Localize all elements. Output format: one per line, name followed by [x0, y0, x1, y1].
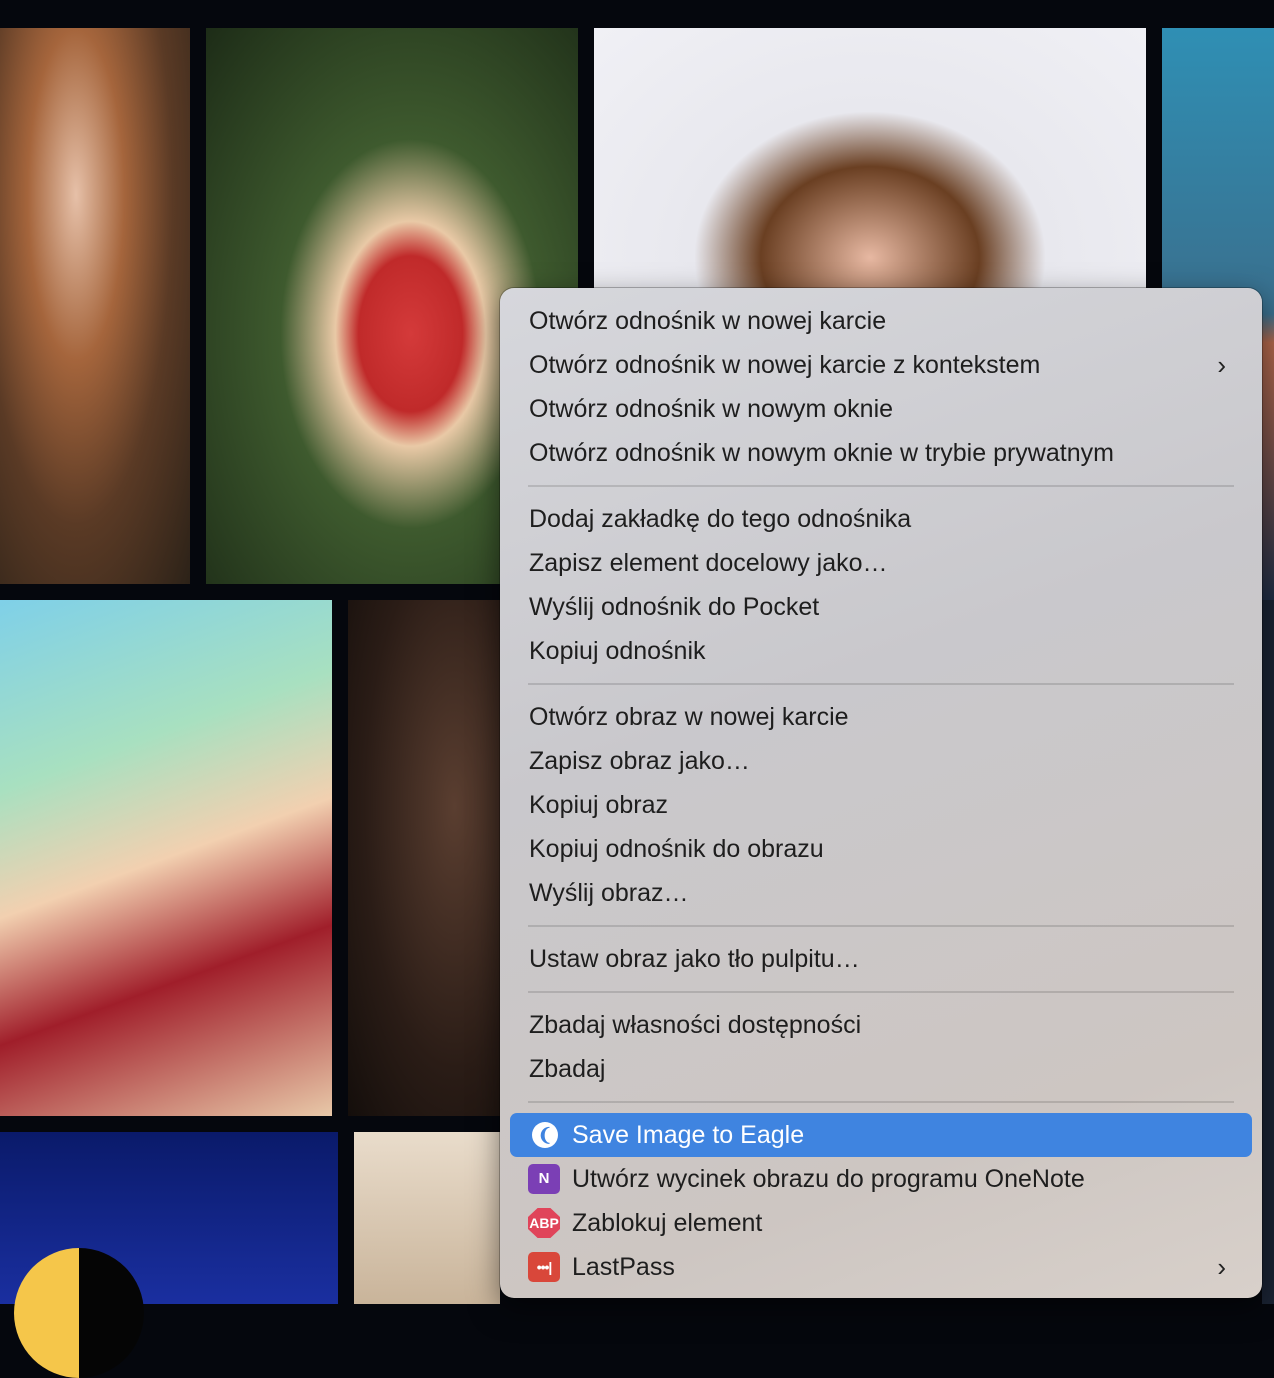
menu-item[interactable]: Zbadaj własności dostępności: [510, 1003, 1252, 1047]
menu-separator: [528, 991, 1234, 993]
menu-item-label: Otwórz odnośnik w nowym oknie: [529, 395, 894, 423]
menu-item-label: Zapisz obraz jako…: [529, 747, 750, 775]
menu-item[interactable]: Dodaj zakładkę do tego odnośnika: [510, 497, 1252, 541]
menu-separator: [528, 925, 1234, 927]
menu-separator: [528, 683, 1234, 685]
menu-item[interactable]: Zapisz obraz jako…: [510, 739, 1252, 783]
menu-item-label: Kopiuj odnośnik do obrazu: [529, 835, 824, 863]
image-tile-dragon-illustration[interactable]: [0, 600, 332, 1116]
image-tile-roses[interactable]: [348, 600, 500, 1116]
menu-item-label: Dodaj zakładkę do tego odnośnika: [529, 505, 912, 533]
menu-item-label: Otwórz odnośnik w nowej karcie z konteks…: [529, 351, 1041, 379]
image-tile-portrait-drawing[interactable]: [594, 28, 1146, 298]
menu-item-label: Zablokuj element: [572, 1209, 763, 1237]
image-tile-edge[interactable]: [1262, 600, 1274, 1304]
menu-item[interactable]: Otwórz obraz w nowej karcie: [510, 695, 1252, 739]
menu-item[interactable]: Wyślij odnośnik do Pocket: [510, 585, 1252, 629]
menu-item-label: Kopiuj odnośnik: [529, 637, 706, 665]
menu-item-label: Kopiuj obraz: [529, 791, 668, 819]
menu-item-eagle[interactable]: ❨ Save Image to Eagle: [510, 1113, 1252, 1157]
menu-item[interactable]: Zbadaj: [510, 1047, 1252, 1091]
menu-item[interactable]: Otwórz odnośnik w nowym oknie w trybie p…: [510, 431, 1252, 475]
menu-item[interactable]: Kopiuj obraz: [510, 783, 1252, 827]
menu-separator: [528, 485, 1234, 487]
menu-separator: [528, 1101, 1234, 1103]
image-tile-beige[interactable]: [354, 1132, 500, 1304]
menu-item[interactable]: Zapisz element docelowy jako…: [510, 541, 1252, 585]
eagle-icon: ❨: [532, 1122, 558, 1148]
menu-item[interactable]: Otwórz odnośnik w nowej karcie z konteks…: [510, 343, 1252, 387]
menu-item[interactable]: Kopiuj odnośnik: [510, 629, 1252, 673]
menu-item-label: Zapisz element docelowy jako…: [529, 549, 888, 577]
menu-item-label: Ustaw obraz jako tło pulpitu…: [529, 945, 860, 973]
menu-item-label: Save Image to Eagle: [572, 1121, 805, 1149]
lastpass-icon: •••|: [528, 1252, 560, 1282]
menu-item[interactable]: Ustaw obraz jako tło pulpitu…: [510, 937, 1252, 981]
menu-item-label: Wyślij odnośnik do Pocket: [529, 593, 820, 621]
menu-item-label: Utwórz wycinek obrazu do programu OneNot…: [572, 1165, 1085, 1193]
menu-item-onenote[interactable]: N Utwórz wycinek obrazu do programu OneNo…: [510, 1157, 1252, 1201]
menu-item[interactable]: Otwórz odnośnik w nowym oknie: [510, 387, 1252, 431]
menu-item[interactable]: Otwórz odnośnik w nowej karcie: [510, 299, 1252, 343]
chevron-right-icon: ›: [1217, 350, 1226, 380]
menu-item-label: Zbadaj własności dostępności: [529, 1011, 862, 1039]
menu-item-lastpass[interactable]: •••| LastPass ›: [510, 1245, 1252, 1289]
image-tile-night-moon[interactable]: [0, 1132, 338, 1378]
menu-item[interactable]: Kopiuj odnośnik do obrazu: [510, 827, 1252, 871]
moon-graphic: [14, 1248, 144, 1378]
onenote-icon: N: [528, 1164, 560, 1194]
chevron-right-icon: ›: [1217, 1252, 1226, 1282]
image-tile-queen[interactable]: [0, 28, 190, 584]
menu-item-label: Otwórz odnośnik w nowej karcie: [529, 307, 887, 335]
menu-item-adblock-plus[interactable]: ABP Zablokuj element: [510, 1201, 1252, 1245]
context-menu: Otwórz odnośnik w nowej karcie Otwórz odn…: [500, 288, 1262, 1298]
menu-item[interactable]: Wyślij obraz…: [510, 871, 1252, 915]
menu-item-label: Otwórz odnośnik w nowym oknie w trybie p…: [529, 439, 1114, 467]
menu-item-label: LastPass: [572, 1253, 675, 1281]
menu-item-label: Zbadaj: [529, 1055, 606, 1083]
adblock-plus-icon: ABP: [528, 1208, 560, 1238]
menu-item-label: Wyślij obraz…: [529, 879, 689, 907]
menu-item-label: Otwórz obraz w nowej karcie: [529, 703, 849, 731]
